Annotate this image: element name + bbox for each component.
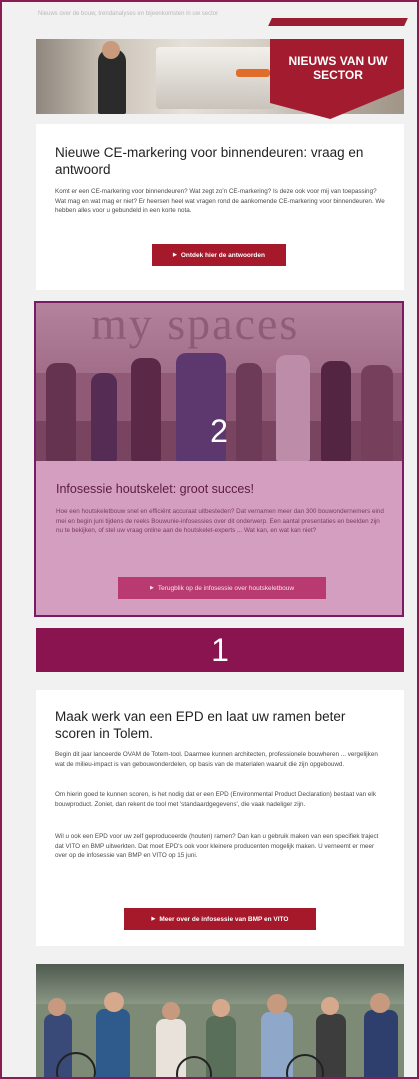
article-ce-marking: Nieuwe CE-markering voor binnendeuren: v…	[36, 124, 404, 290]
article-title: Infosessie houtskelet: groot succes!	[56, 482, 255, 496]
article-title: Maak werk van een EPD en laat uw ramen b…	[55, 709, 346, 741]
button-label: Terugblik op de infosessie over houtskel…	[157, 584, 295, 592]
button-label: Ontdek hier de antwoorden	[180, 251, 265, 259]
header-accent-strip	[268, 18, 408, 26]
cyclists-photo	[36, 964, 404, 1077]
article-infosessie-highlighted: my spaces 2 Infosessie houtskelet: groot…	[34, 301, 404, 617]
banner-line-1: NIEUWS VAN UW	[288, 54, 388, 68]
preheader-text: Nieuws over de bouw, trendanalyses en bi…	[38, 11, 219, 17]
article-paragraph-3: Wil u ook een EPD voor uw zelf geproduce…	[55, 833, 379, 859]
banner-line-2: SECTOR	[313, 68, 363, 82]
sector-news-banner-label: NIEUWS VAN UW SECTOR	[278, 54, 398, 82]
article-epd: Maak werk van een EPD en laat uw ramen b…	[36, 690, 404, 946]
overlay-number-1-bar[interactable]: 1	[36, 628, 404, 672]
infosessie-review-button[interactable]: ▶ Terugblik op de infosessie over houtsk…	[118, 577, 326, 599]
button-label: Meer over de infosessie van BMP en VITO	[159, 915, 289, 923]
play-arrow-icon: ▶	[172, 252, 177, 258]
article-paragraph-1: Begin dit jaar lanceerde OVAM de Totem-t…	[55, 751, 378, 768]
article-paragraph-2: Om hierin goed te kunnen scoren, is het …	[55, 791, 376, 808]
play-arrow-icon: ▶	[151, 916, 156, 922]
play-arrow-icon: ▶	[149, 585, 154, 591]
article-infosessie-text: Infosessie houtskelet: groot succes! Hoe…	[36, 461, 402, 615]
email-frame: Nieuws over de bouw, trendanalyses en bi…	[0, 0, 419, 1079]
ce-answers-button[interactable]: ▶ Ontdek hier de antwoorden	[152, 244, 286, 266]
bmp-vito-button[interactable]: ▶ Meer over de infosessie van BMP en VIT…	[124, 908, 316, 930]
article-body: Hoe een houtskeletbouw snel en efficiënt…	[56, 508, 384, 534]
article-body: Komt er een CE-markering voor binnendeur…	[55, 188, 385, 214]
overlay-number-2: 2	[210, 413, 228, 449]
article-title: Nieuwe CE-markering voor binnendeuren: v…	[55, 145, 364, 177]
